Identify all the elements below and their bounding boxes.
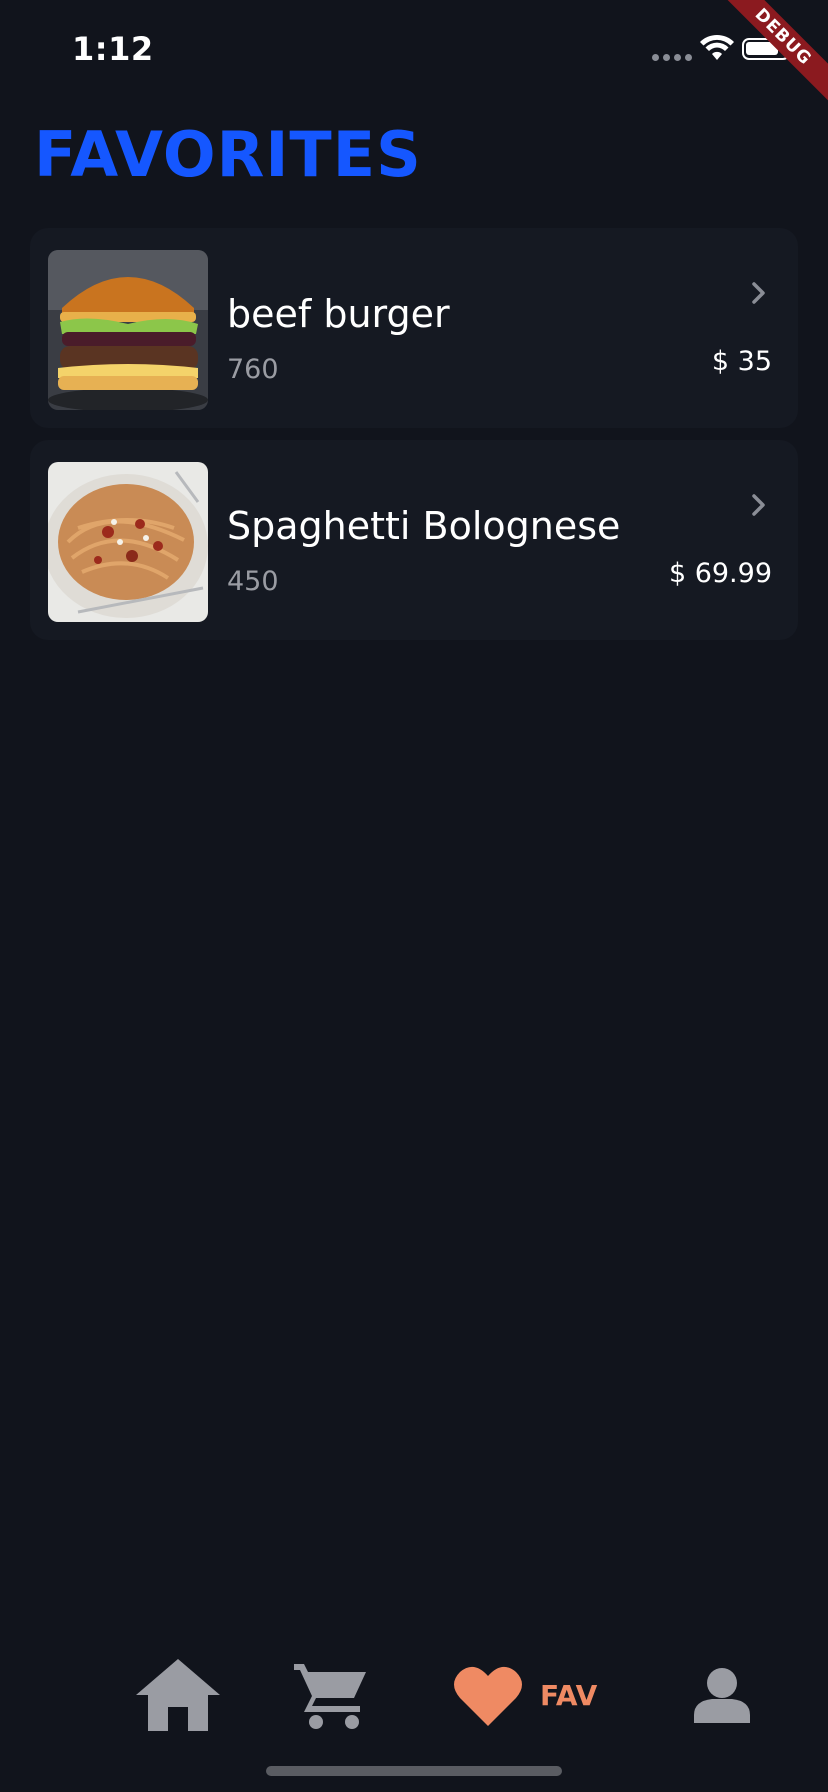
nav-favorites-label: FAV (540, 1678, 598, 1712)
nav-profile[interactable] (694, 1650, 750, 1740)
favorite-calories: 450 (227, 566, 279, 597)
burger-image (48, 250, 208, 410)
wifi-icon (700, 34, 734, 60)
home-icon (136, 1659, 220, 1731)
bottom-navigation: FAV (0, 1650, 828, 1760)
person-icon (694, 1668, 750, 1723)
chevron-right-icon[interactable] (748, 490, 770, 520)
heart-icon (454, 1666, 522, 1726)
favorite-price: $ 69.99 (668, 558, 772, 589)
chevron-right-icon[interactable] (748, 278, 770, 308)
favorite-card-beef-burger[interactable]: beef burger 760 $ 35 (30, 228, 798, 428)
nav-cart[interactable] (294, 1650, 368, 1740)
nav-favorites[interactable]: FAV (454, 1650, 597, 1740)
cellular-signal-icon (652, 54, 692, 61)
status-bar: 1:12 DEBUG (0, 0, 828, 107)
spaghetti-image (48, 462, 208, 622)
favorite-calories: 760 (227, 354, 279, 385)
favorite-price: $ 35 (711, 346, 772, 377)
nav-home[interactable] (136, 1650, 220, 1740)
favorites-list: beef burger 760 $ 35 Spaghetti Bolognese… (30, 228, 798, 652)
cart-icon (294, 1664, 366, 1729)
favorite-name: Spaghetti Bolognese (227, 504, 621, 548)
home-indicator (266, 1766, 562, 1776)
status-time: 1:12 (72, 30, 154, 68)
favorite-card-spaghetti-bolognese[interactable]: Spaghetti Bolognese 450 $ 69.99 (30, 440, 798, 640)
page-title: FAVORITES (34, 118, 422, 191)
favorite-name: beef burger (227, 292, 450, 336)
